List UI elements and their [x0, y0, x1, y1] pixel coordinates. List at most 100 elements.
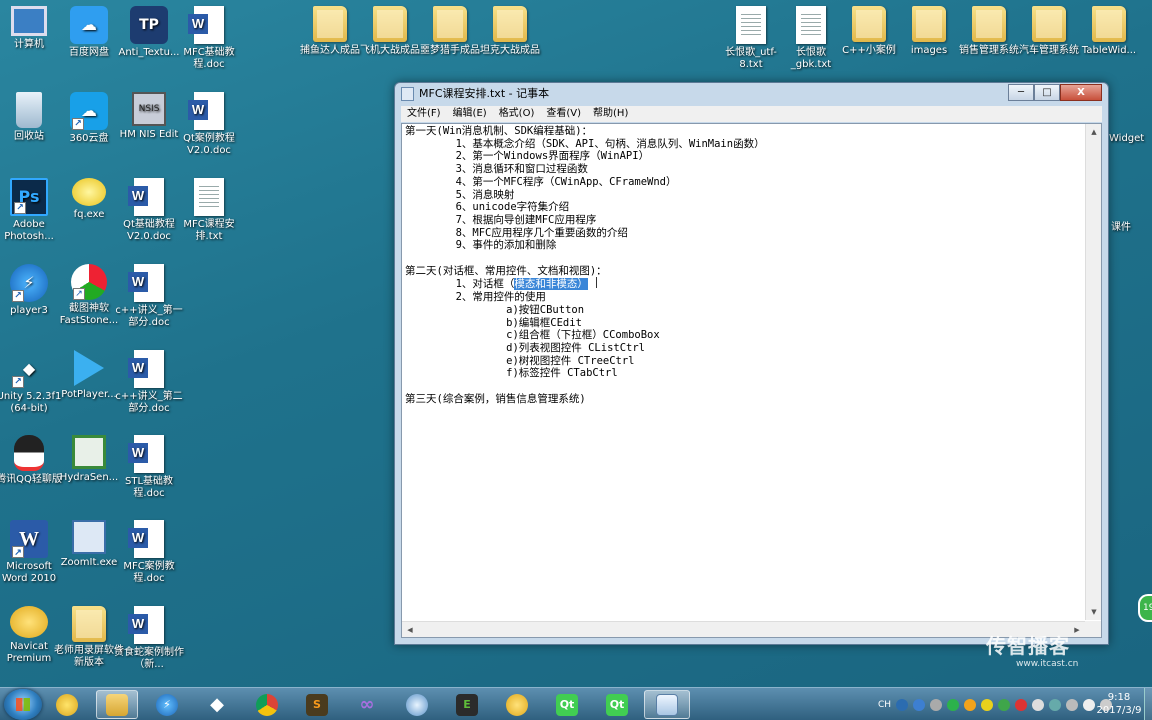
desktop-icon-widget-partial[interactable]: Widget	[1109, 133, 1144, 144]
desktop-icon-label: TableWid...	[1081, 45, 1137, 56]
clock[interactable]: 9:18 2017/3/9	[1094, 691, 1144, 717]
shortcut-arrow-icon: ↗	[12, 376, 24, 388]
menu-file[interactable]: 文件(F)	[401, 106, 447, 122]
taskbar-app-unity[interactable]: ◆	[196, 690, 238, 719]
word-document-icon: W	[128, 520, 164, 558]
menu-edit[interactable]: 编辑(E)	[447, 106, 493, 122]
tray-record-icon[interactable]	[1015, 698, 1027, 711]
notepad-titlebar[interactable]: MFC课程安排.txt - 记事本 ─ □ X	[395, 83, 1108, 105]
text-file-icon	[796, 6, 826, 44]
recycle-bin-icon	[16, 92, 42, 128]
tray-security-icon[interactable]	[981, 698, 993, 711]
shortcut-arrow-icon: ↗	[72, 118, 84, 130]
word-icon: W ↗	[10, 520, 48, 558]
word-document-icon: W	[188, 6, 224, 44]
scroll-left-arrow-icon[interactable]: ◀	[402, 622, 418, 638]
desktop-icon-label: Adobe Photosh...	[4, 219, 54, 242]
computer-icon	[11, 6, 47, 36]
vertical-scrollbar[interactable]: ▲ ▼	[1085, 124, 1101, 620]
start-button-windows-icon[interactable]	[4, 689, 42, 720]
watermark-brand: 传智播客	[986, 636, 1070, 658]
menu-bar: 文件(F) 编辑(E) 格式(O) 查看(V) 帮助(H)	[401, 106, 1102, 122]
tray-network-icon[interactable]	[1066, 698, 1078, 711]
desktop-icon-courseware-partial[interactable]: 课件	[1111, 218, 1131, 233]
taskbar-app-fq[interactable]	[46, 690, 88, 719]
tray-bird-icon[interactable]	[964, 698, 976, 711]
folder-icon	[72, 606, 106, 642]
desktop-icon-label: c++讲义_第一部分.doc	[115, 305, 183, 328]
desktop-icon-cpp-part2-doc[interactable]: W c++讲义_第二部分.doc	[114, 350, 184, 415]
menu-format[interactable]: 格式(O)	[493, 106, 541, 122]
menu-view[interactable]: 查看(V)	[540, 106, 587, 122]
document-text[interactable]: 第一天(Win消息机制、SDK编程基础)： 1、基本概念介绍（SDK、API、句…	[405, 125, 1084, 620]
taskbar-app-explorer[interactable]	[96, 690, 138, 719]
folder-icon	[912, 6, 946, 42]
qt-icon: Qt	[556, 693, 578, 716]
scroll-down-arrow-icon[interactable]: ▼	[1086, 604, 1102, 620]
navicat-icon	[10, 606, 48, 638]
desktop-icon-mfc-basics-doc[interactable]: W MFC基础教程.doc	[174, 6, 244, 71]
show-desktop-button[interactable]	[1144, 688, 1152, 720]
folder-icon	[373, 6, 407, 42]
text-editor-area[interactable]: 第一天(Win消息机制、SDK编程基础)： 1、基本概念介绍（SDK、API、句…	[401, 123, 1102, 638]
taskbar-app-player3[interactable]: ⚡	[146, 690, 188, 719]
notepad-icon	[656, 693, 678, 716]
menu-help[interactable]: 帮助(H)	[587, 106, 634, 122]
tray-input-icon[interactable]	[896, 698, 908, 711]
notepad-window[interactable]: MFC课程安排.txt - 记事本 ─ □ X 文件(F) 编辑(E) 格式(O…	[394, 82, 1109, 645]
zoomit-magnifier-icon	[72, 520, 106, 554]
desktop-icon-mfc-case-doc[interactable]: W MFC案例教程.doc	[114, 520, 184, 585]
taskbar-app-visual-studio[interactable]: ∞	[346, 690, 388, 719]
faststone-icon: ↗	[71, 264, 107, 300]
baidu-netdisk-icon: ☁	[70, 6, 108, 44]
horizontal-scrollbar[interactable]: ◀ ▶	[402, 621, 1085, 637]
word-document-icon: W	[128, 435, 164, 473]
navicat-icon	[506, 693, 528, 716]
tray-settings-icon[interactable]	[930, 698, 942, 711]
scroll-up-arrow-icon[interactable]: ▲	[1086, 124, 1102, 140]
maximize-button[interactable]: □	[1034, 84, 1060, 101]
word-document-icon: W	[128, 264, 164, 302]
notepad-icon	[401, 87, 414, 101]
photoshop-icon: Ps ↗	[10, 178, 48, 216]
desktop-icon-tablewidget-folder[interactable]: TableWid...	[1074, 6, 1144, 57]
desktop-icon-label: 坦克大战成品	[480, 45, 540, 56]
taskbar-app-notepad[interactable]	[644, 690, 690, 719]
minimize-button[interactable]: ─	[1008, 84, 1034, 101]
taskbar-app-chrome[interactable]	[246, 690, 288, 719]
taskbar-app-sublime[interactable]: S	[296, 690, 338, 719]
desktop-icon-mfc-schedule-txt[interactable]: MFC课程安排.txt	[174, 178, 244, 243]
desktop-icon-qt-case-doc[interactable]: W Qt案例教程V2.0.doc	[174, 92, 244, 157]
tray-monitor-icon[interactable]	[1049, 698, 1061, 711]
taskbar-app-qt-designer[interactable]: Qt	[596, 690, 638, 719]
qq-penguin-icon	[14, 435, 44, 471]
word-document-icon: W	[188, 92, 224, 130]
desktop-icon-label: MFC基础教程.doc	[183, 47, 235, 70]
tray-chat-icon[interactable]	[1032, 698, 1044, 711]
resize-grip[interactable]	[1085, 621, 1101, 637]
folder-icon	[972, 6, 1006, 42]
desktop-icon-cpp-part1-doc[interactable]: W c++讲义_第一部分.doc	[114, 264, 184, 329]
tray-app-icon[interactable]	[947, 698, 959, 711]
clock-time: 9:18	[1107, 692, 1131, 703]
close-button[interactable]: X	[1060, 84, 1102, 101]
taskbar-app-evernote[interactable]: E	[446, 690, 488, 719]
explorer-folder-icon	[106, 693, 128, 716]
selected-text: 模态和非模态）	[514, 278, 588, 291]
shortcut-arrow-icon: ↗	[12, 290, 24, 302]
desktop-icon-label: Qt案例教程V2.0.doc	[183, 133, 235, 156]
word-document-icon: W	[128, 178, 164, 216]
floating-badge[interactable]: 19	[1138, 594, 1152, 622]
desktop-icon-stl-doc[interactable]: W STL基础教程.doc	[114, 435, 184, 500]
360-cloud-icon: ☁ ↗	[70, 92, 108, 130]
tray-help-icon[interactable]	[913, 698, 925, 711]
taskbar-app-qt-creator[interactable]: Qt	[546, 690, 588, 719]
tray-shield-icon[interactable]	[998, 698, 1010, 711]
tray-language[interactable]: CH	[878, 700, 891, 710]
taskbar-app-bubble[interactable]	[396, 690, 438, 719]
hm-nis-edit-icon: NSIS	[132, 92, 166, 126]
desktop-icon-snake-doc[interactable]: W 贪食蛇案例制作（新...	[114, 606, 184, 671]
taskbar-app-navicat[interactable]	[496, 690, 538, 719]
desktop-icon-tank-game-folder[interactable]: 坦克大战成品	[475, 6, 545, 57]
unity-folder-icon	[313, 6, 347, 42]
